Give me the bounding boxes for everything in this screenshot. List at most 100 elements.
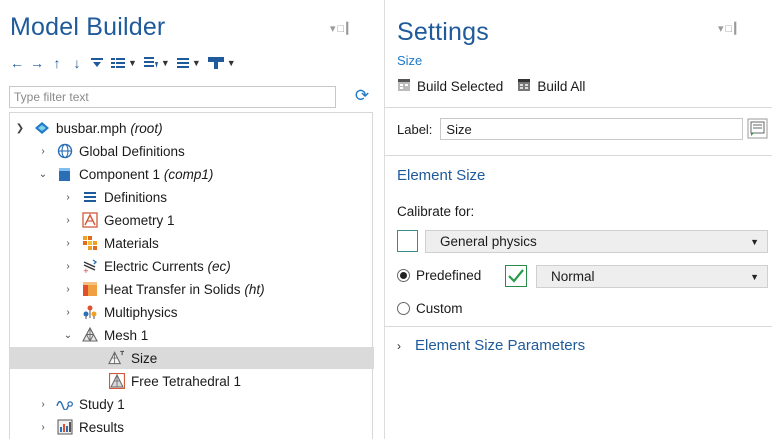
tree-node-results[interactable]: › Results — [37, 416, 124, 438]
tree-node-study[interactable]: › Study 1 — [37, 393, 124, 415]
tree-label: Electric Currents (ec) — [104, 258, 231, 274]
element-size-parameters-title: Element Size Parameters — [415, 337, 586, 354]
tree-node-size[interactable]: Size — [10, 347, 374, 369]
element-size-section-title: Element Size — [397, 167, 486, 184]
predefined-size-select[interactable]: Normal ▼ — [536, 265, 768, 288]
build-all-button[interactable]: Build All — [517, 78, 585, 95]
model-builder-title: Model Builder — [10, 13, 166, 41]
collapse-all-icon[interactable] — [90, 54, 104, 72]
chevron-right-icon[interactable]: › — [62, 215, 74, 226]
tree-node-mesh[interactable]: ⌄ Mesh 1 — [62, 324, 148, 346]
model-builder-panel: Model Builder ▾□▎ ← → ↑ ↓ ▼ ▼ ▼ ▼ ⟳ ❯ — [0, 0, 384, 439]
pin-icon[interactable]: ▎ — [734, 23, 744, 35]
model-builder-toolbar: ← → ↑ ↓ ▼ ▼ ▼ ▼ — [10, 54, 236, 72]
size-icon — [108, 350, 125, 367]
arrow-down-icon[interactable]: ↓ — [70, 54, 84, 72]
tree-label: Heat Transfer in Solids (ht) — [104, 281, 265, 297]
predefined-size-value: Normal — [551, 269, 595, 284]
chevron-right-icon[interactable]: › — [62, 307, 74, 318]
list-dropdown-icon[interactable]: ▼ — [192, 54, 201, 72]
tree-node-electric-currents[interactable]: › + Electric Currents (ec) — [62, 255, 231, 277]
chevron-right-icon[interactable]: › — [397, 339, 401, 353]
arrow-right-icon[interactable]: → — [30, 54, 44, 72]
build-icon[interactable] — [207, 54, 225, 72]
tree-label: Global Definitions — [79, 143, 185, 159]
build-selected-button[interactable]: Build Selected — [397, 78, 503, 95]
chevron-down-icon[interactable]: ⌄ — [37, 169, 49, 180]
custom-radio-row[interactable]: Custom — [397, 301, 463, 316]
pin-icon[interactable]: ▎ — [346, 23, 356, 35]
chevron-down-icon[interactable]: ⌄ — [62, 330, 74, 341]
predefined-radio-row[interactable]: Predefined — [397, 268, 481, 283]
predefined-radio[interactable] — [397, 269, 410, 282]
tree-label: Component 1 (comp1) — [79, 166, 214, 182]
maximize-icon[interactable]: □ — [726, 23, 735, 35]
model-root-icon — [33, 120, 50, 137]
arrow-left-icon[interactable]: ← — [10, 54, 24, 72]
label-options-icon[interactable] — [747, 118, 768, 139]
tree-node-root[interactable]: ❯ busbar.mph (root) — [14, 117, 163, 139]
electric-currents-icon: + — [81, 258, 98, 275]
chevron-right-icon[interactable]: › — [37, 146, 49, 157]
model-tree: ❯ busbar.mph (root) › Global Definitions… — [9, 112, 374, 439]
divider — [385, 155, 772, 156]
build-all-icon — [517, 78, 531, 95]
study-icon — [56, 396, 73, 413]
chevron-right-icon[interactable]: › — [37, 399, 49, 410]
sort-dropdown-icon[interactable]: ▼ — [161, 54, 170, 72]
build-toolbar: Build Selected Build All — [397, 78, 585, 95]
svg-text:+: + — [83, 267, 89, 274]
build-selected-icon — [397, 78, 411, 95]
chevron-right-icon[interactable]: › — [62, 261, 74, 272]
panel-window-controls[interactable]: ▾□▎ — [718, 22, 745, 35]
tree-node-multiphysics[interactable]: › Multiphysics — [62, 301, 177, 323]
list-icon[interactable] — [176, 54, 190, 72]
chevron-right-icon[interactable]: › — [37, 422, 49, 433]
arrow-up-icon[interactable]: ↑ — [50, 54, 64, 72]
chevron-right-icon[interactable]: › — [62, 192, 74, 203]
calibrate-for-value: General physics — [440, 234, 537, 249]
component-icon — [56, 166, 73, 183]
tree-label: busbar.mph (root) — [56, 120, 163, 136]
dropdown-icon[interactable]: ▾ — [718, 23, 726, 35]
chevron-down-icon: ▼ — [750, 272, 759, 282]
maximize-icon[interactable]: □ — [338, 23, 347, 35]
tree-node-definitions[interactable]: › Definitions — [62, 186, 167, 208]
free-tetrahedral-icon — [108, 373, 125, 390]
build-selected-label: Build Selected — [417, 79, 504, 94]
custom-radio[interactable] — [397, 302, 410, 315]
chevron-down-icon: ▼ — [750, 237, 759, 247]
predefined-check-icon[interactable] — [505, 265, 527, 287]
chevron-down-icon[interactable]: ❯ — [14, 123, 26, 134]
tree-node-component[interactable]: ⌄ Component 1 (comp1) — [37, 163, 214, 185]
definitions-icon — [81, 189, 98, 206]
geometry-icon — [81, 212, 98, 229]
calibrate-color-box[interactable] — [397, 230, 418, 252]
settings-subtitle: Size — [397, 53, 423, 68]
tree-node-materials[interactable]: › Materials — [62, 232, 158, 254]
tree-node-heat-transfer[interactable]: › Heat Transfer in Solids (ht) — [62, 278, 265, 300]
tree-node-geometry[interactable]: › Geometry 1 — [62, 209, 175, 231]
globe-icon — [56, 143, 73, 160]
tree-node-free-tetrahedral[interactable]: Free Tetrahedral 1 — [108, 370, 241, 392]
chevron-right-icon[interactable]: › — [62, 284, 74, 295]
divider — [385, 326, 772, 327]
show-dropdown-icon[interactable]: ▼ — [128, 54, 137, 72]
element-size-parameters-section[interactable]: › Element Size Parameters — [397, 337, 585, 354]
predefined-label: Predefined — [416, 268, 482, 283]
sort-icon[interactable] — [143, 54, 159, 72]
tree-node-global-definitions[interactable]: › Global Definitions — [37, 140, 185, 162]
tree-label: Size — [131, 350, 158, 366]
chevron-right-icon[interactable]: › — [62, 238, 74, 249]
custom-label: Custom — [416, 301, 463, 316]
build-all-label: Build All — [537, 79, 586, 94]
label-input[interactable] — [440, 118, 744, 140]
show-icon[interactable] — [110, 54, 126, 72]
dropdown-icon[interactable]: ▾ — [330, 23, 338, 35]
filter-text-input[interactable] — [9, 86, 336, 108]
build-dropdown-icon[interactable]: ▼ — [227, 54, 236, 72]
panel-window-controls[interactable]: ▾□▎ — [330, 22, 357, 35]
heat-transfer-icon — [81, 281, 98, 298]
refresh-icon[interactable]: ⟳ — [352, 86, 372, 106]
calibrate-for-select[interactable]: General physics ▼ — [425, 230, 768, 253]
